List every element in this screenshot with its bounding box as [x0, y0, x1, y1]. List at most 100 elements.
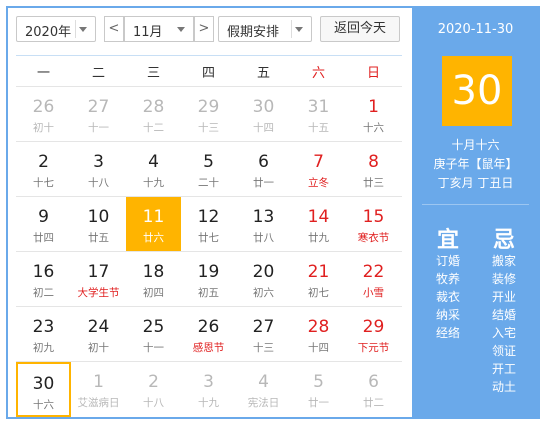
day-cell[interactable]: 28 十四: [291, 307, 346, 362]
big-day-number: 30: [451, 68, 503, 114]
day-cell[interactable]: 2 十七: [16, 142, 71, 197]
day-number: 3: [203, 372, 214, 392]
weekday-fri: 五: [256, 66, 270, 81]
day-cell[interactable]: 27 十三: [236, 307, 291, 362]
yi-item: 纳采: [435, 308, 460, 322]
day-cell[interactable]: 22 小雪: [346, 252, 401, 307]
day-cell[interactable]: 12 廿七: [181, 197, 236, 252]
back-to-today-button[interactable]: 返回今天: [320, 16, 400, 42]
day-number: 17: [87, 262, 110, 282]
day-cell[interactable]: 31 十五: [291, 87, 346, 142]
day-cell[interactable]: 15 寒衣节: [346, 197, 401, 252]
ji-item: 领证: [491, 344, 516, 358]
day-cell[interactable]: 18 初四: [126, 252, 181, 307]
day-cell[interactable]: 20 初六: [236, 252, 291, 307]
day-number: 2: [148, 372, 159, 392]
day-cell[interactable]: 19 初五: [181, 252, 236, 307]
lunar-label: 十三: [198, 122, 219, 134]
day-number: 1: [93, 372, 104, 392]
lunar-label: 十八: [88, 177, 109, 189]
day-cell[interactable]: 14 廿九: [291, 197, 346, 252]
lunar-label: 初二: [33, 287, 54, 299]
day-number: 29: [362, 317, 385, 337]
year-select-value: 2020年: [25, 25, 72, 40]
month-select[interactable]: 11月: [124, 16, 194, 42]
lunar-label: 十四: [253, 122, 274, 134]
lunar-label: 宪法日: [247, 397, 280, 409]
day-cell[interactable]: 23 初九: [16, 307, 71, 362]
day-number: 8: [368, 152, 379, 172]
lunar-label: 十七: [33, 177, 54, 189]
day-number: 3: [93, 152, 104, 172]
lunar-label: 廿四: [33, 232, 54, 244]
day-number: 25: [142, 317, 165, 337]
day-cell[interactable]: 7 立冬: [291, 142, 346, 197]
lunar-label: 十八: [143, 397, 164, 409]
day-cell[interactable]: 1 十六: [346, 87, 401, 142]
lunar-label: 十六: [33, 399, 54, 411]
day-cell[interactable]: 2 十八: [126, 362, 181, 417]
ji-item: 搬家: [491, 254, 516, 268]
day-cell[interactable]: 8 廿三: [346, 142, 401, 197]
ji-list: 搬家 装修 开业 结婚 入宅 领证 开工 动土: [484, 252, 524, 396]
day-number: 9: [38, 207, 49, 227]
day-cell[interactable]: 28 十二: [126, 87, 181, 142]
lunar-label: 十六: [363, 122, 384, 134]
weekday-sun: 日: [366, 66, 380, 81]
day-cell[interactable]: 6 廿二: [346, 362, 401, 417]
day-cell[interactable]: 1 艾滋病日: [71, 362, 126, 417]
chevron-down-icon: [177, 27, 185, 32]
ganzhi-month-day: 丁亥月 丁丑日: [437, 176, 514, 190]
day-number: 11: [142, 207, 165, 227]
day-cell[interactable]: 29 十三: [181, 87, 236, 142]
day-cell[interactable]: 17 大学生节: [71, 252, 126, 307]
day-cell[interactable]: 25 十一: [126, 307, 181, 362]
day-cell[interactable]: 11 廿六: [126, 197, 181, 252]
chevron-down-icon: [79, 27, 87, 32]
week-row: 26 初十 27 十一 28 十二 29 十三 30 十四 31 十五 1 十六: [16, 86, 402, 141]
day-cell[interactable]: 3 十九: [181, 362, 236, 417]
lunar-label: 二十: [198, 177, 219, 189]
day-cell[interactable]: 5 二十: [181, 142, 236, 197]
holiday-select[interactable]: 假期安排: [218, 16, 312, 42]
week-row: 23 初九 24 初十 25 十一 26 感恩节 27 十三 28 十四 29 下元节: [16, 306, 402, 361]
lunar-label: 初五: [198, 287, 219, 299]
day-cell[interactable]: 4 宪法日: [236, 362, 291, 417]
week-row: 9 廿四 10 廿五 11 廿六 12 廿七 13 廿八 14 廿九 15 寒衣节: [16, 196, 402, 252]
lunar-label: 初十: [33, 122, 54, 134]
lunar-date: 十月十六: [451, 138, 500, 152]
day-number: 7: [313, 152, 324, 172]
date-detail-panel: 2020-11-30 30 十月十六 庚子年【鼠年】 丁亥月 丁丑日 宜 忌 订…: [412, 8, 539, 418]
prev-month-button[interactable]: <: [104, 16, 124, 42]
lunar-label: 廿一: [308, 397, 329, 409]
day-cell[interactable]: 13 廿八: [236, 197, 291, 252]
day-cell[interactable]: 3 十八: [71, 142, 126, 197]
day-number: 27: [252, 317, 275, 337]
day-number: 5: [203, 152, 214, 172]
day-cell[interactable]: 26 初十: [16, 87, 71, 142]
day-cell[interactable]: 6 廿一: [236, 142, 291, 197]
day-cell[interactable]: 4 十九: [126, 142, 181, 197]
lunar-label: 十一: [143, 342, 164, 354]
lunar-label: 十三: [253, 342, 274, 354]
day-cell[interactable]: 30 十四: [236, 87, 291, 142]
calendar-toolbar: 2020年 < 11月 > 假期安排 返回今天: [8, 12, 404, 46]
day-cell[interactable]: 5 廿一: [291, 362, 346, 417]
day-cell[interactable]: 10 廿五: [71, 197, 126, 252]
day-cell[interactable]: 30 十六: [16, 362, 71, 417]
next-month-button[interactable]: >: [194, 16, 214, 42]
day-cell[interactable]: 27 十一: [71, 87, 126, 142]
day-cell[interactable]: 24 初十: [71, 307, 126, 362]
day-cell[interactable]: 21 初七: [291, 252, 346, 307]
day-number: 19: [197, 262, 220, 282]
day-cell[interactable]: 29 下元节: [346, 307, 401, 362]
lunar-label: 初九: [33, 342, 54, 354]
day-cell[interactable]: 16 初二: [16, 252, 71, 307]
lunar-label: 十二: [143, 122, 164, 134]
lunar-label: 初四: [143, 287, 164, 299]
year-select[interactable]: 2020年: [16, 16, 96, 42]
day-number: 28: [307, 317, 330, 337]
toolbar-divider: [16, 55, 402, 56]
day-cell[interactable]: 9 廿四: [16, 197, 71, 252]
day-cell[interactable]: 26 感恩节: [181, 307, 236, 362]
